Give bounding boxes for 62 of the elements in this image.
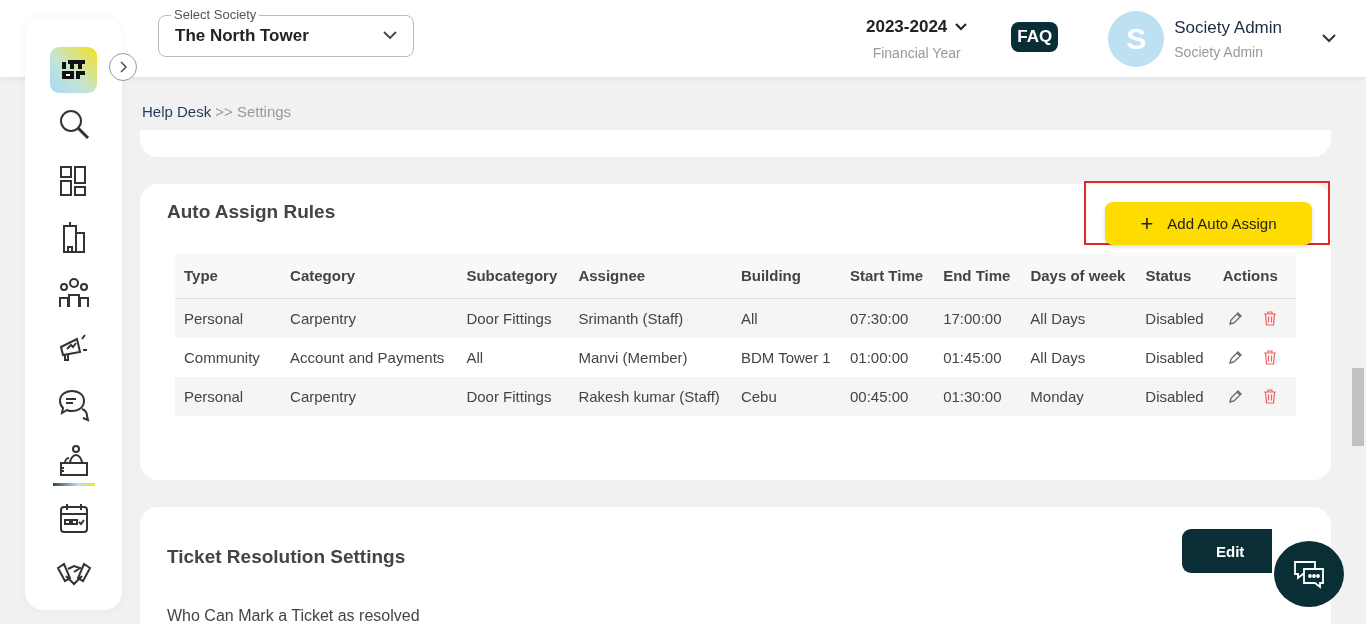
- table-cell-text: All Days: [1029, 310, 1087, 327]
- table-cell-text: 07:30:00: [848, 310, 910, 327]
- column-header: Building: [739, 267, 802, 284]
- table-cell-text: Door Fittings: [465, 388, 553, 405]
- chevron-down-icon: [383, 31, 397, 40]
- table-cell-text: Disabled: [1144, 349, 1205, 366]
- table-cell-text: Carpentry: [289, 310, 357, 327]
- table-cell-text: All: [739, 310, 759, 327]
- select-value: The North Tower: [175, 25, 309, 46]
- financial-year-label: Financial Year: [872, 44, 961, 61]
- delete-trash-icon[interactable]: [1262, 311, 1277, 326]
- column-header: Start Time: [849, 267, 925, 284]
- table-cell-text: BDM Tower 1: [739, 349, 832, 366]
- table-cell-text: 17:00:00: [942, 310, 1003, 327]
- table-cell-text: Disabled: [1144, 388, 1205, 405]
- table-cell-text: Community: [183, 349, 261, 366]
- setting-label: Who Can Mark a Ticket as resolved: [167, 607, 421, 624]
- column-header: Subcategory: [465, 267, 559, 284]
- table-cell-text: 01:30:00: [942, 388, 1003, 405]
- table-cell-text: All: [465, 349, 485, 366]
- edit-pencil-icon[interactable]: [1227, 350, 1243, 365]
- table-cell-text: Carpentry: [289, 388, 357, 405]
- column-header: Actions: [1221, 267, 1279, 284]
- table-cell-text: Personal: [183, 388, 245, 405]
- table-cell-text: 01:45:00: [942, 349, 1003, 366]
- edit-pencil-icon[interactable]: [1227, 311, 1243, 326]
- breadcrumb-current: >> Settings: [215, 103, 292, 120]
- user-name: Society Admin: [1174, 17, 1282, 38]
- breadcrumb-link[interactable]: Help Desk: [142, 103, 212, 120]
- column-header: End Time: [942, 267, 1012, 284]
- table-cell-text: 00:45:00: [848, 388, 910, 405]
- column-header: Category: [289, 267, 357, 284]
- table-cell-text: Manvi (Member): [577, 349, 689, 366]
- table-cell-text: Disabled: [1144, 310, 1205, 327]
- column-header: Days of week: [1029, 267, 1127, 284]
- table-cell-text: Monday: [1029, 388, 1085, 405]
- user-role: Society Admin: [1174, 43, 1264, 60]
- edit-button[interactable]: Edit: [1182, 529, 1272, 573]
- column-header: Assignee: [577, 267, 647, 284]
- table-cell-text: Rakesh kumar (Staff): [577, 388, 721, 405]
- table-cell-text: Door Fittings: [465, 310, 553, 327]
- financial-year-value[interactable]: 2023-2024: [866, 16, 948, 37]
- delete-trash-icon[interactable]: [1262, 350, 1277, 365]
- chevron-right-icon[interactable]: [118, 61, 128, 73]
- table-cell-text: Srimanth (Staff): [577, 310, 685, 327]
- edit-pencil-icon[interactable]: [1227, 389, 1243, 404]
- table-cell-text: 01:00:00: [848, 349, 910, 366]
- table-cell-text: Account and Payments: [289, 349, 446, 366]
- table-cell-text: Personal: [183, 310, 245, 327]
- section-title: Ticket Resolution Settings: [167, 546, 406, 568]
- section-title: Auto Assign Rules: [167, 201, 336, 223]
- column-header: Type: [183, 267, 219, 284]
- chevron-down-icon[interactable]: [955, 22, 968, 31]
- table-cell-text: Cebu: [739, 388, 778, 405]
- column-header: Status: [1144, 267, 1193, 284]
- faq-button[interactable]: FAQ: [1011, 21, 1059, 52]
- chat-icon[interactable]: [1292, 559, 1326, 589]
- app-logo[interactable]: [50, 47, 97, 94]
- chevron-down-icon[interactable]: [1322, 34, 1336, 43]
- delete-trash-icon[interactable]: [1262, 389, 1277, 404]
- table-cell-text: All Days: [1029, 349, 1087, 366]
- add-auto-assign-button[interactable]: + Add Auto Assign: [1105, 202, 1312, 245]
